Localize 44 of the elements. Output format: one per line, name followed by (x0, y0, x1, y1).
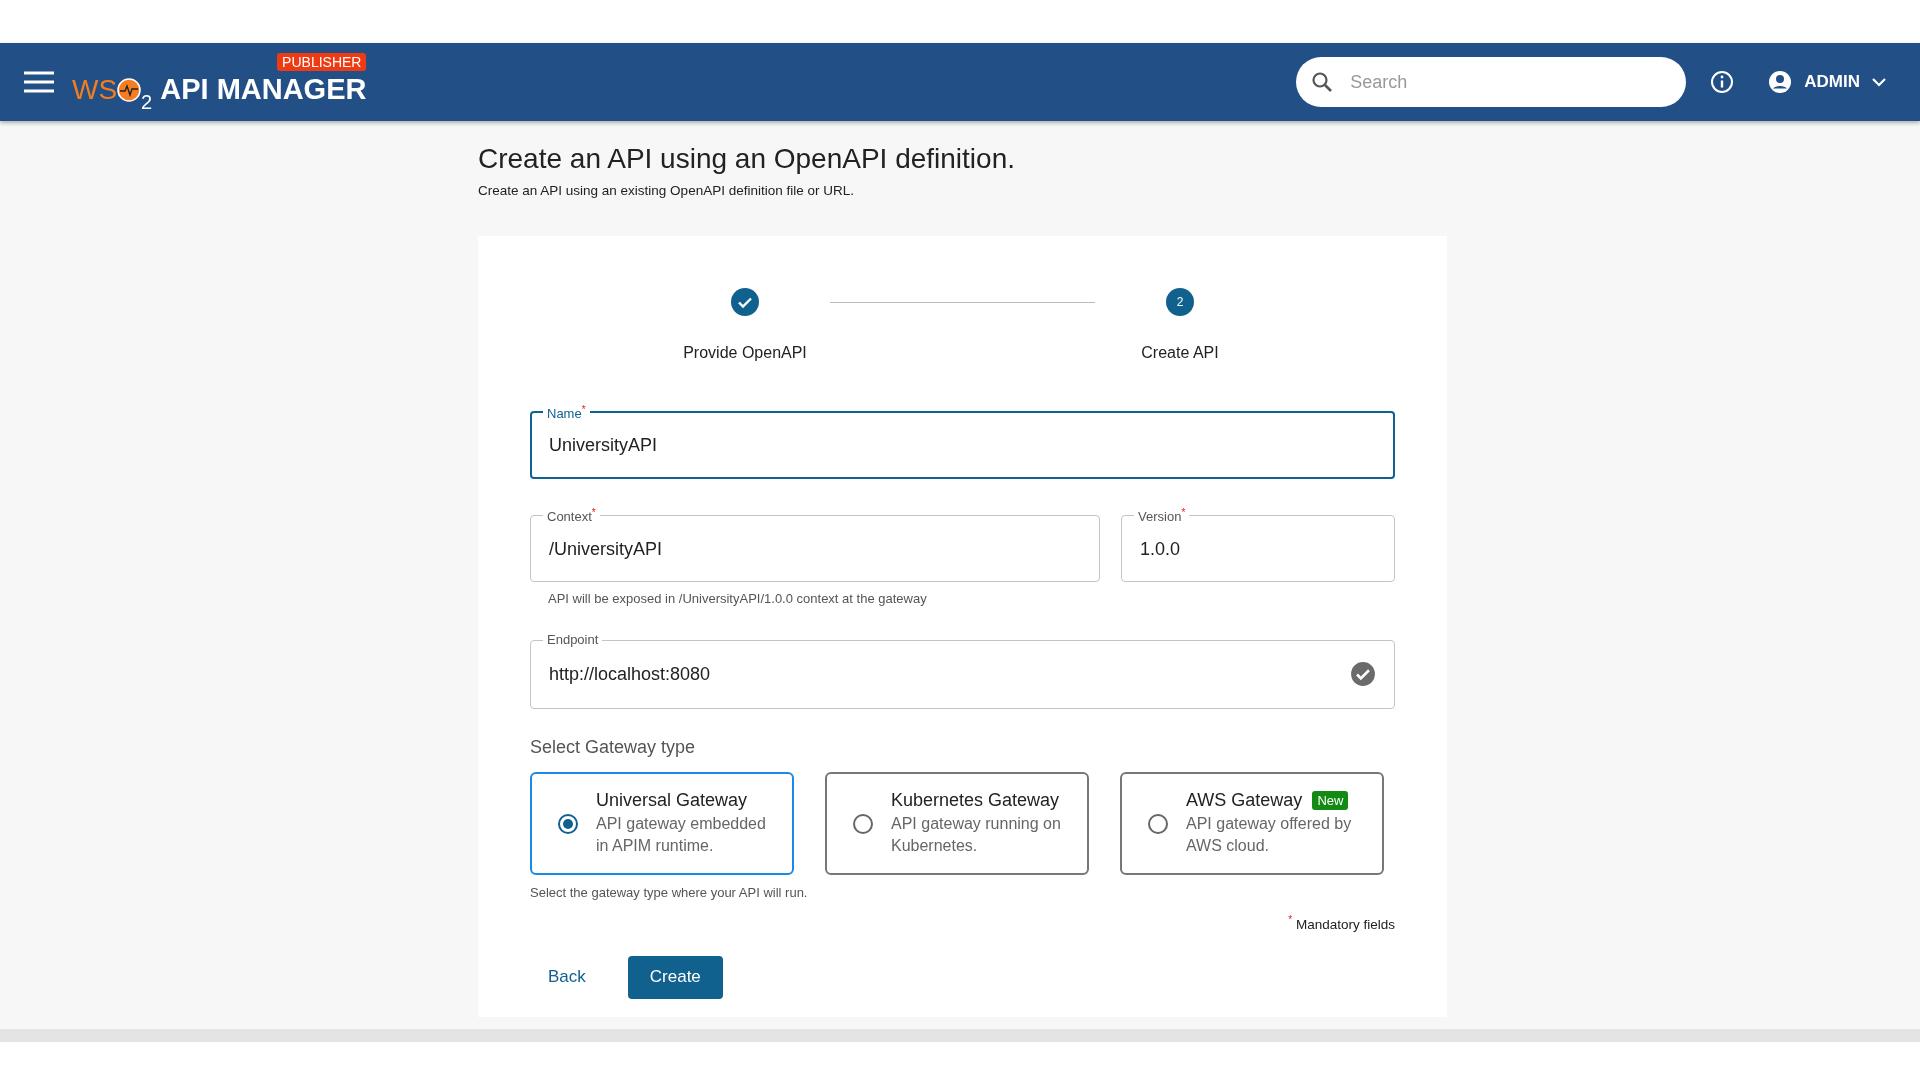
product-name: API MANAGER (160, 74, 367, 104)
new-badge: New (1312, 791, 1349, 810)
info-icon[interactable] (1710, 70, 1735, 94)
radio-button[interactable] (558, 813, 578, 834)
create-button[interactable]: Create (627, 955, 723, 999)
gateway-option-card[interactable]: AWS Gateway New API gateway offered by AWS cloud. (1120, 772, 1384, 875)
endpoint-field[interactable]: Endpoint http://localhost:8080 (530, 632, 1395, 709)
gateway-helper-text: Select the gateway type where your API will run. (530, 885, 809, 900)
field-label: Version$^{*}$ (1137, 506, 1187, 526)
gateway-option-card[interactable]: Kubernetes Gateway API gateway running on Kubernetes. (825, 772, 1089, 875)
radio-button[interactable] (1148, 813, 1168, 834)
gateway-description: API gateway running on Kubernetes. (891, 814, 1062, 856)
account-icon (1768, 70, 1793, 94)
gateway-title: Universal Gateway (596, 790, 748, 811)
page-title: Create an API using an OpenAPI definition. (478, 143, 1017, 175)
back-button[interactable]: Back (530, 955, 604, 999)
radio-button[interactable] (853, 813, 873, 834)
context-helper-text: API will be exposed in /UniversityAPI/1.0.0 context at the gateway (547, 591, 928, 606)
gateway-title: AWS Gateway (1186, 790, 1303, 811)
page-subtitle: Create an API using an existing OpenAPI definition file or URL. (478, 183, 855, 198)
field-label: Endpoint (546, 632, 600, 648)
context-field[interactable]: Context$^{*}$ /UniversityAPI (530, 505, 1100, 582)
gateway-option-card[interactable]: Universal Gateway API gateway embedded in APIM runtime. (530, 772, 794, 875)
menu-icon[interactable] (24, 71, 54, 93)
user-menu[interactable]: ADMIN (1768, 70, 1886, 94)
version-field[interactable]: Version$^{*}$ 1.0.0 (1121, 505, 1395, 582)
field-label: Context$^{*}$ (546, 506, 597, 526)
search-field[interactable]: Search (1296, 57, 1687, 107)
gateway-title: Kubernetes Gateway (891, 790, 1060, 811)
publisher-badge: PUBLISHER (277, 52, 367, 71)
gateway-description: API gateway embedded in APIM runtime. (596, 814, 767, 856)
gateway-heading: Select Gateway type (530, 737, 697, 758)
logo-text: WS (72, 75, 118, 104)
step-label: Provide OpenAPI (683, 344, 807, 362)
field-label: Name$^{*}$ (546, 403, 587, 423)
chevron-down-icon (1872, 77, 1886, 87)
mandatory-note: $^{*}$ Mandatory fields (1287, 914, 1395, 932)
search-input[interactable]: Search (1348, 70, 1673, 94)
step-number: 2 (1166, 288, 1194, 316)
gateway-description: API gateway offered by AWS cloud. (1186, 814, 1353, 856)
logo-subscript: 2 (141, 91, 153, 112)
logo-circle-icon (117, 77, 142, 102)
step-label: Create API (1141, 344, 1219, 362)
name-field[interactable]: Name$^{*}$ UniversityAPI (530, 402, 1395, 479)
